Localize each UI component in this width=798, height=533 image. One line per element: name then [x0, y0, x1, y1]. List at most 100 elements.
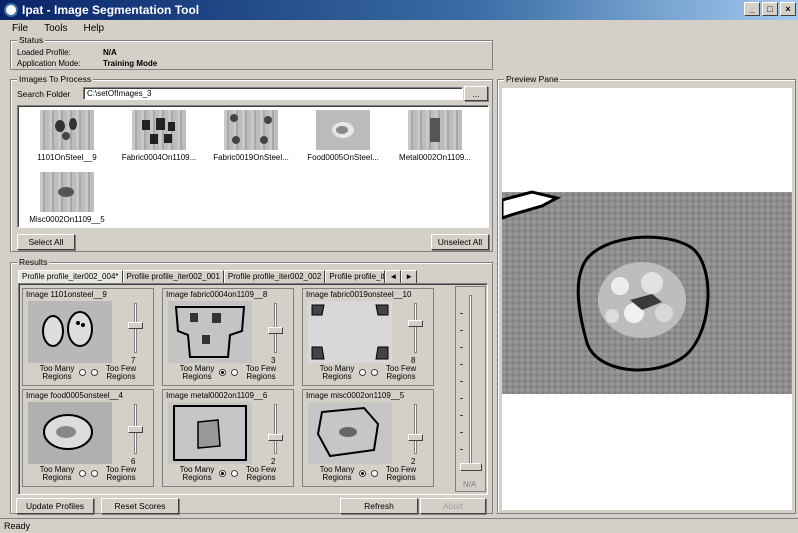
too-many-label: Too Many Regions [179, 465, 215, 482]
too-few-radio[interactable] [371, 470, 378, 477]
thumbnail-item[interactable]: 1101OnSteel__9 [22, 110, 112, 162]
card-score-slider[interactable] [265, 303, 287, 353]
status-bar: Ready [0, 518, 798, 532]
too-many-radio[interactable] [79, 369, 86, 376]
card-score-slider[interactable] [125, 303, 147, 353]
card-score-slider[interactable] [265, 404, 287, 454]
maximize-button[interactable]: □ [762, 2, 778, 16]
card-image[interactable] [168, 301, 252, 363]
too-few-radio[interactable] [231, 470, 238, 477]
too-few-radio[interactable] [91, 470, 98, 477]
too-many-label: Too Many Regions [179, 364, 215, 381]
app-mode-value: Training Mode [103, 59, 158, 68]
card-slider-knob[interactable] [268, 327, 283, 334]
search-folder-input[interactable]: C:\setOfImages_3 [83, 87, 463, 100]
tab-profile-004[interactable]: Profile profile_iter002_004* [18, 270, 123, 283]
thumbnail-item[interactable]: Fabric0004On1109... [114, 110, 204, 162]
card-slider-knob[interactable] [408, 320, 423, 327]
reset-scores-button[interactable]: Reset Scores [101, 498, 179, 514]
tab-scroll-left-icon[interactable]: ◄ [385, 270, 402, 283]
too-many-radio[interactable] [79, 470, 86, 477]
search-folder-value: C:\setOfImages_3 [87, 89, 152, 98]
tab-profile-002[interactable]: Profile profile_iter002_002 [223, 270, 326, 283]
preview-canvas[interactable] [502, 88, 792, 510]
too-few-radio[interactable] [231, 369, 238, 376]
too-few-label: Too Few Regions [385, 465, 417, 482]
too-few-radio[interactable] [91, 369, 98, 376]
card-slider-knob[interactable] [128, 426, 143, 433]
master-slider-ticks [460, 297, 482, 467]
card-image[interactable] [308, 402, 392, 464]
result-card: Image food0005onsteel__4 6 Too Many Regions… [22, 389, 154, 487]
results-group-title: Results [17, 257, 50, 267]
card-title: Image metal0002on1109__6 [166, 391, 268, 400]
too-many-label: Too Many Regions [319, 465, 355, 482]
refresh-button[interactable]: Refresh [340, 498, 418, 514]
minimize-button[interactable]: _ [744, 2, 760, 16]
card-slider-knob[interactable] [268, 434, 283, 441]
card-title: Image 1101onsteel__9 [26, 290, 107, 299]
card-score-slider[interactable] [125, 404, 147, 454]
too-few-label: Too Few Regions [105, 364, 137, 381]
thumbnail-image [40, 172, 94, 212]
menu-tools[interactable]: Tools [44, 23, 67, 34]
too-few-label: Too Few Regions [385, 364, 417, 381]
loaded-profile-value: N/A [103, 48, 117, 57]
too-many-radio[interactable] [219, 470, 226, 477]
card-slider-knob[interactable] [128, 322, 143, 329]
tab-profile-more[interactable]: Profile profile_iter002_0( [325, 270, 386, 283]
card-title: Image food0005onsteel__4 [26, 391, 123, 400]
thumbnail-item[interactable]: Misc0002On1109__5 [22, 172, 112, 224]
too-few-radio[interactable] [371, 369, 378, 376]
card-image[interactable] [168, 402, 252, 464]
app-icon [4, 3, 18, 17]
master-slider-value: N/A [463, 480, 477, 489]
thumbnail-item[interactable]: Fabric0019OnSteel... [206, 110, 296, 162]
card-title: Image fabric0019onsteel__10 [306, 290, 412, 299]
status-group-title: Status [17, 35, 46, 45]
too-many-radio[interactable] [359, 369, 366, 376]
too-few-label: Too Few Regions [245, 364, 277, 381]
too-many-radio[interactable] [359, 470, 366, 477]
abort-button[interactable]: Abort [420, 498, 486, 514]
result-card: Image metal0002on1109__6 2 Too Many Regions… [162, 389, 294, 487]
too-many-label: Too Many Regions [39, 465, 75, 482]
too-many-label: Too Many Regions [39, 364, 75, 381]
tab-scroll-right-icon[interactable]: ► [401, 270, 418, 283]
card-image[interactable] [28, 402, 112, 464]
thumbnail-caption: Fabric0004On1109... [121, 153, 197, 162]
close-button[interactable]: × [780, 2, 796, 16]
master-slider[interactable]: N/A [455, 286, 486, 492]
thumbnail-item[interactable]: Metal0002On1109... [390, 110, 480, 162]
too-many-radio[interactable] [219, 369, 226, 376]
unselect-all-button[interactable]: Unselect All [431, 234, 489, 250]
thumbnail-image [408, 110, 462, 150]
tab-profile-001[interactable]: Profile profile_iter002_001 [122, 270, 224, 283]
too-many-label: Too Many Regions [319, 364, 355, 381]
browse-button[interactable]: ... [464, 86, 488, 101]
app-mode-label: Application Mode: [17, 59, 81, 68]
menu-bar: File Tools Help [0, 20, 798, 36]
card-slider-knob[interactable] [408, 434, 423, 441]
status-group: Status Loaded Profile: N/A Application M… [10, 35, 493, 70]
update-profiles-button[interactable]: Update Profiles [16, 498, 94, 514]
menu-help[interactable]: Help [83, 23, 104, 34]
thumbnail-caption: Fabric0019OnSteel... [213, 153, 289, 162]
result-card: Image fabric0019onsteel__10 8 Too Many Regi… [302, 288, 434, 386]
thumbnail-list[interactable]: 1101OnSteel__9 Fabric0004On1109... Fabri… [17, 105, 489, 228]
preview-group: Preview Pane [497, 74, 796, 514]
card-score-slider[interactable] [405, 303, 427, 353]
card-score-slider[interactable] [405, 404, 427, 454]
images-group: Images To Process Search Folder C:\setOf… [10, 74, 493, 252]
card-title: Image misc0002on1109__5 [306, 391, 405, 400]
thumbnail-image [132, 110, 186, 150]
card-image[interactable] [28, 301, 112, 363]
title-bar: Ipat - Image Segmentation Tool _ □ × [0, 0, 798, 20]
select-all-button[interactable]: Select All [17, 234, 75, 250]
menu-file[interactable]: File [12, 23, 28, 34]
master-slider-knob[interactable] [460, 463, 482, 471]
card-image[interactable] [308, 301, 392, 363]
result-card: Image 1101onsteel__9 7 Too Many Regions Too … [22, 288, 154, 386]
thumbnail-item[interactable]: Food0005OnSteel... [298, 110, 388, 162]
thumbnail-caption: 1101OnSteel__9 [37, 153, 97, 162]
